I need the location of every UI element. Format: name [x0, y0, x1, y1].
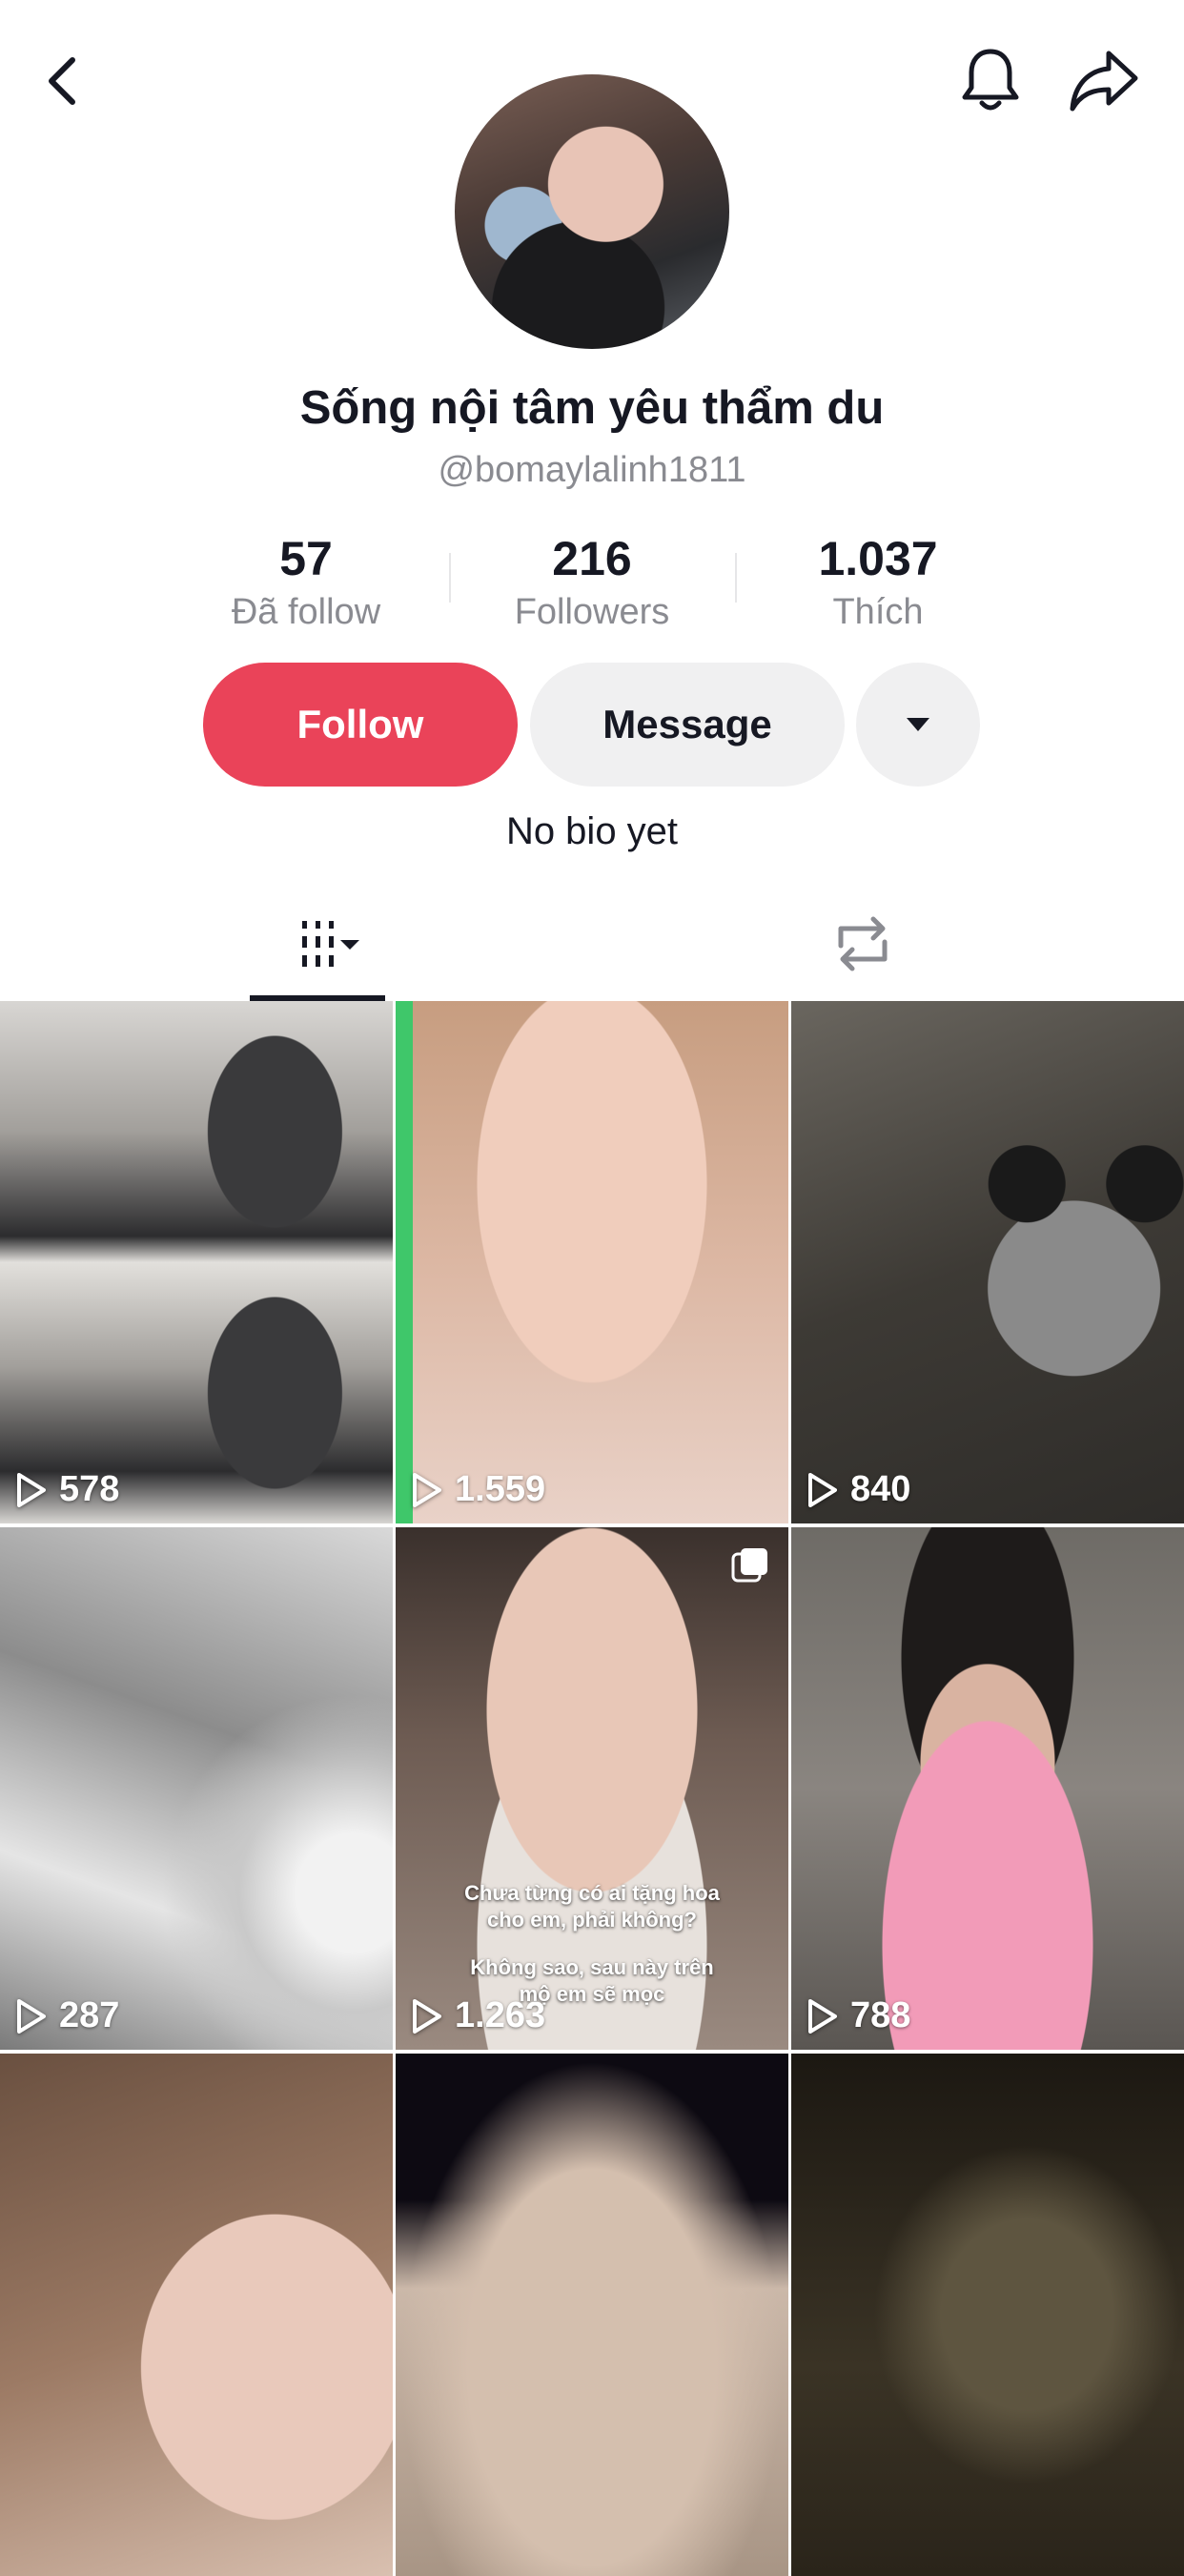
followers-count: 216 — [552, 532, 632, 585]
follow-button[interactable]: Follow — [203, 663, 518, 787]
bio-text: No bio yet — [505, 810, 679, 852]
share-button[interactable] — [1060, 38, 1150, 124]
caption-line: cho em, phải không? — [486, 1908, 697, 1932]
video-thumbnail[interactable]: 287 — [0, 1527, 393, 2050]
stat-followers[interactable]: 216 Followers — [468, 530, 716, 635]
avatar[interactable] — [455, 74, 729, 349]
view-count-text: 840 — [850, 1469, 911, 1509]
view-count: 578 — [15, 1469, 119, 1510]
share-arrow-icon — [1070, 51, 1138, 112]
following-label: Đã follow — [231, 592, 381, 632]
message-button[interactable]: Message — [530, 663, 845, 787]
play-icon — [17, 1998, 46, 2034]
video-thumbnail[interactable]: 578 — [0, 1001, 393, 1523]
grid-bars-icon — [302, 921, 359, 967]
likes-label: Thích — [832, 592, 924, 632]
likes-count: 1.037 — [818, 532, 938, 585]
bell-icon — [962, 49, 1019, 111]
tab-reposts[interactable] — [801, 906, 925, 982]
video-thumbnail[interactable] — [0, 2054, 393, 2576]
view-count-text: 1.559 — [455, 1469, 546, 1509]
followers-label: Followers — [514, 592, 670, 632]
video-thumbnail[interactable] — [791, 2054, 1184, 2576]
play-icon — [413, 1472, 441, 1507]
display-name: Sống nội tâm yêu thẩm du — [299, 382, 885, 434]
video-thumbnail[interactable]: 1.559 — [396, 1001, 788, 1523]
more-options-button[interactable] — [856, 663, 980, 787]
view-count-text: 1.263 — [455, 1995, 546, 2035]
stat-likes[interactable]: 1.037 Thích — [754, 530, 1002, 635]
play-icon — [413, 1998, 441, 2034]
view-count-text: 287 — [59, 1995, 120, 2035]
play-icon — [808, 1472, 837, 1507]
video-thumbnail[interactable]: 840 — [791, 1001, 1184, 1523]
video-thumbnail[interactable] — [396, 2054, 788, 2576]
view-count: 1.263 — [411, 1995, 545, 2036]
chevron-left-icon — [49, 57, 75, 105]
caret-down-icon — [907, 718, 929, 731]
photo-carousel-icon — [731, 1548, 767, 1583]
caption-line: Chưa từng có ai tặng hoa — [464, 1881, 720, 1905]
view-count: 287 — [15, 1995, 119, 2036]
tab-videos[interactable] — [250, 906, 385, 982]
video-thumbnail[interactable]: 788 — [791, 1527, 1184, 2050]
stat-divider — [735, 553, 737, 603]
following-count: 57 — [279, 532, 333, 585]
view-count: 788 — [806, 1995, 910, 2036]
notification-bell-button[interactable] — [949, 38, 1031, 124]
back-button[interactable] — [34, 38, 92, 124]
video-caption-overlay: Chưa từng có ai tặng hoa cho em, phải kh… — [396, 1880, 788, 2008]
view-count: 1.559 — [411, 1469, 545, 1510]
video-thumbnail[interactable]: Chưa từng có ai tặng hoa cho em, phải kh… — [396, 1527, 788, 2050]
stat-divider — [449, 553, 451, 603]
caption-line: Không sao, sau này trên — [470, 1955, 714, 1979]
view-count: 840 — [806, 1469, 910, 1510]
view-count-text: 578 — [59, 1469, 120, 1509]
play-icon — [17, 1472, 46, 1507]
stat-following[interactable]: 57 Đã follow — [182, 530, 430, 635]
view-count-text: 788 — [850, 1995, 911, 2035]
username: @bomaylalinh1811 — [438, 450, 746, 490]
play-icon — [808, 1998, 837, 2034]
repost-icon — [838, 916, 888, 971]
